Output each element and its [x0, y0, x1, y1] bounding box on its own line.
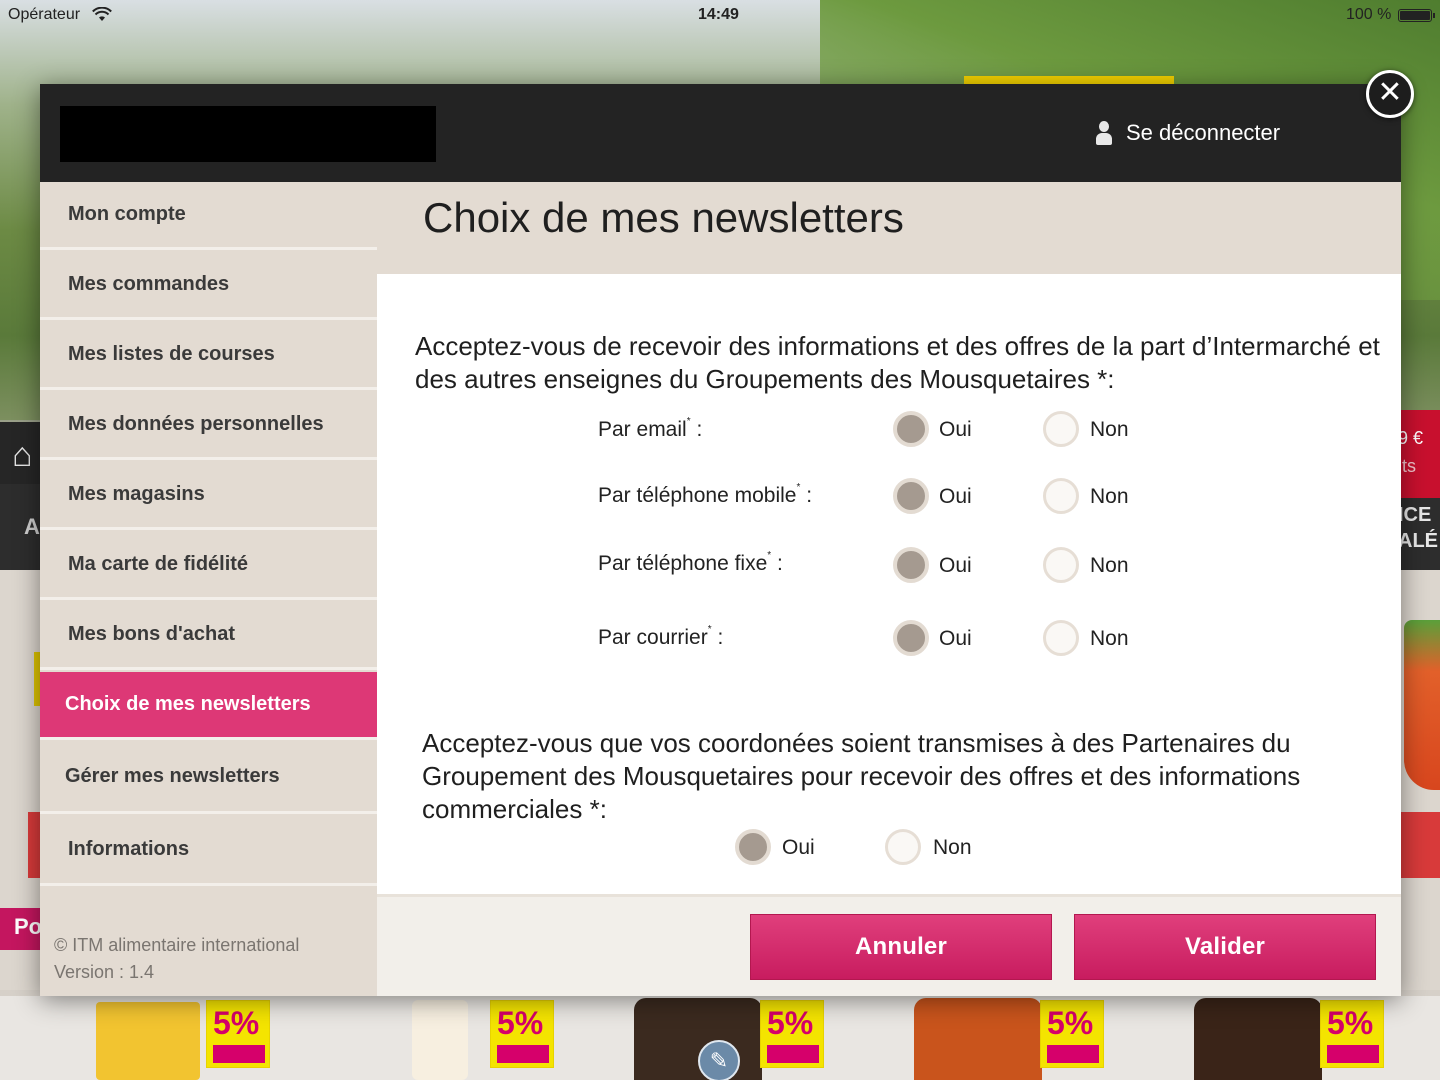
sidebar-footer: © ITM alimentaire international Version … — [54, 932, 299, 986]
section-header: Choix de mes newsletters — [377, 182, 1401, 274]
background-carrot-image — [1404, 620, 1440, 790]
product-card[interactable]: 5% — [412, 996, 562, 1080]
radio-fixe-oui[interactable] — [893, 547, 929, 583]
logout-button[interactable]: Se déconnecter — [1096, 118, 1280, 148]
radio-label-oui: Oui — [939, 627, 972, 650]
sidebar-item-mes-commandes[interactable]: Mes commandes — [40, 252, 377, 320]
product-card[interactable]: 5% — [1194, 996, 1394, 1080]
sidebar-item-label: Mon compte — [68, 203, 186, 225]
sidebar-item-label: Informations — [68, 838, 190, 860]
sidebar-item-label: Mes commandes — [68, 273, 230, 295]
sidebar-item-bons-achat[interactable]: Mes bons d'achat — [40, 602, 377, 670]
wrench-icon[interactable]: ✎ — [698, 1040, 740, 1080]
question-offers: Acceptez-vous de recevoir des informatio… — [415, 331, 1380, 394]
sidebar-item-label: Gérer mes newsletters — [65, 765, 280, 787]
battery-icon — [1398, 9, 1435, 22]
sidebar-item-label: Mes listes de courses — [68, 343, 275, 365]
radio-email-oui[interactable] — [893, 411, 929, 447]
radio-label-oui: Oui — [939, 485, 972, 508]
newsletter-form: Acceptez-vous de recevoir des informatio… — [377, 274, 1401, 894]
radio-courrier-non[interactable] — [1043, 620, 1079, 656]
modal-header: Se déconnecter — [40, 84, 1401, 182]
background-price: 9 € — [1398, 428, 1424, 448]
redacted-logo — [60, 106, 436, 162]
radio-label-non: Non — [1090, 554, 1129, 577]
product-card[interactable]: 5% — [96, 996, 286, 1080]
row-label-fixe: Par téléphone fixe* : — [598, 550, 783, 575]
background-yellow-bar — [964, 76, 1174, 84]
background-right-text: ICE ALÉ — [1398, 504, 1438, 552]
status-carrier: Opérateur — [8, 6, 81, 23]
radio-courrier-oui[interactable] — [893, 620, 929, 656]
user-icon — [1096, 121, 1112, 145]
sidebar-item-listes-de-courses[interactable]: Mes listes de courses — [40, 322, 377, 390]
sidebar-item-choix-newsletters[interactable]: Choix de mes newsletters — [40, 672, 377, 740]
radio-label-non: Non — [933, 836, 972, 859]
row-label-courrier: Par courrier* : — [598, 624, 724, 649]
radio-partners-oui[interactable] — [735, 829, 771, 865]
close-icon[interactable]: ✕ — [1366, 70, 1414, 118]
background-price-tag: 9 € its — [1398, 410, 1440, 498]
copyright-text: © ITM alimentaire international — [54, 935, 300, 955]
home-icon[interactable]: ⌂ — [12, 436, 33, 475]
sidebar-item-carte-fidelite[interactable]: Ma carte de fidélité — [40, 532, 377, 600]
sidebar-item-label: Ma carte de fidélité — [68, 553, 249, 575]
sidebar-item-label: Mes bons d'achat — [68, 623, 236, 645]
account-modal: Se déconnecter Mon compte Mes commandes … — [40, 84, 1401, 996]
status-bar: Opérateur 14:49 100 % — [0, 0, 1440, 30]
radio-partners-non[interactable] — [885, 829, 921, 865]
sidebar-item-label: Choix de mes newsletters — [65, 693, 311, 715]
modal-footer: Annuler Valider — [377, 894, 1401, 996]
submit-button[interactable]: Valider — [1074, 914, 1376, 980]
radio-email-non[interactable] — [1043, 411, 1079, 447]
status-time: 14:49 — [698, 6, 739, 23]
cancel-button[interactable]: Annuler — [750, 914, 1052, 980]
radio-label-non: Non — [1090, 627, 1129, 650]
radio-label-oui: Oui — [782, 836, 815, 859]
sidebar-item-mon-compte[interactable]: Mon compte — [40, 182, 377, 250]
sidebar-item-gerer-newsletters[interactable]: Gérer mes newsletters — [40, 742, 377, 814]
sidebar-item-donnees-personnelles[interactable]: Mes données personnelles — [40, 392, 377, 460]
radio-label-non: Non — [1090, 485, 1129, 508]
radio-fixe-non[interactable] — [1043, 547, 1079, 583]
background-red-banner-right — [1400, 812, 1440, 878]
status-battery-level: 100 % — [1346, 6, 1392, 23]
logout-label: Se déconnecter — [1126, 120, 1281, 145]
radio-label-oui: Oui — [939, 418, 972, 441]
sidebar-item-mes-magasins[interactable]: Mes magasins — [40, 462, 377, 530]
sidebar-item-label: Mes données personnelles — [68, 413, 324, 435]
background-menu-letter: A — [24, 514, 40, 539]
row-label-mobile: Par téléphone mobile* : — [598, 482, 813, 507]
radio-mobile-oui[interactable] — [893, 478, 929, 514]
page-title: Choix de mes newsletters — [423, 194, 904, 241]
radio-label-oui: Oui — [939, 554, 972, 577]
sidebar: Mon compte Mes commandes Mes listes de c… — [40, 182, 377, 996]
question-partners: Acceptez-vous que vos coordonées soient … — [422, 728, 1301, 824]
radio-mobile-non[interactable] — [1043, 478, 1079, 514]
sidebar-item-label: Mes magasins — [68, 483, 205, 505]
wifi-icon — [92, 7, 112, 21]
radio-label-non: Non — [1090, 418, 1129, 441]
sidebar-item-informations[interactable]: Informations — [40, 816, 377, 886]
background-pink-label: Po — [0, 908, 42, 950]
row-label-email: Par email* : — [598, 416, 703, 441]
product-card[interactable]: 5% — [914, 996, 1114, 1080]
version-text: Version : 1.4 — [54, 962, 155, 982]
